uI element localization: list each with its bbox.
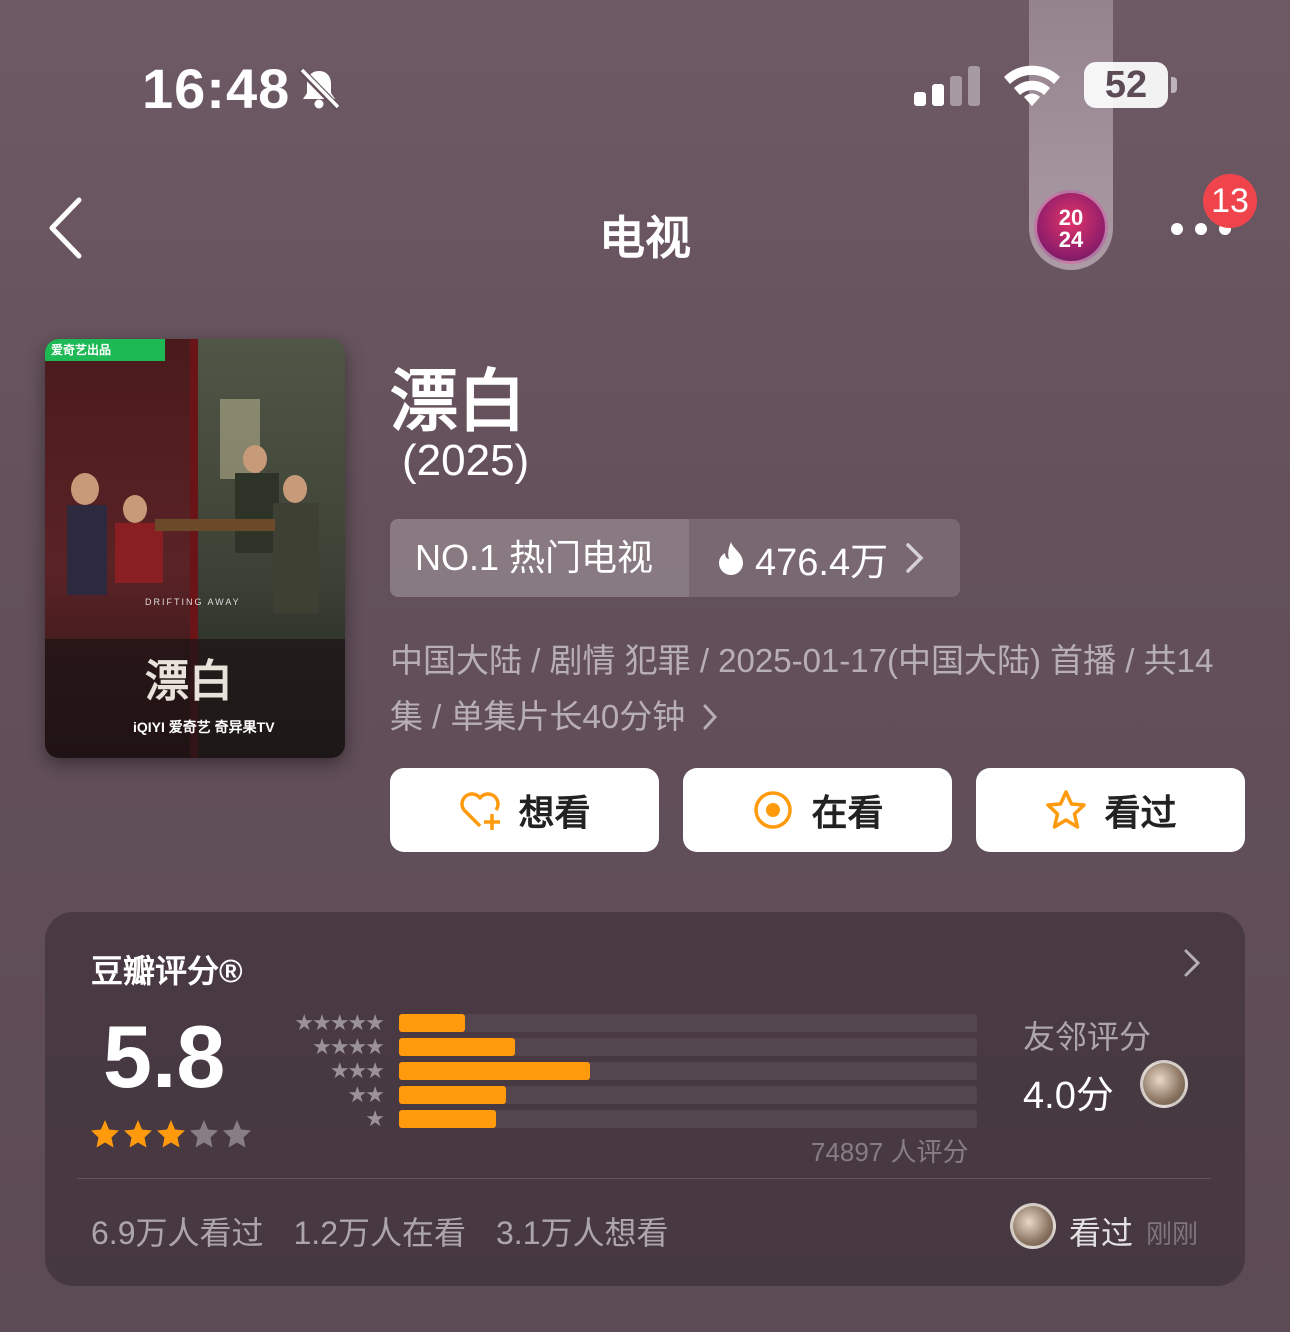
- status-time: 16:48: [142, 57, 291, 120]
- distribution-stars-3: ★★★: [329, 1058, 385, 1083]
- rating-card-title: 豆瓣评分®: [91, 953, 243, 989]
- cellular-signal-icon: [914, 66, 980, 106]
- want-to-watch-label: 想看: [518, 792, 591, 833]
- star-outline-icon: [1046, 790, 1087, 829]
- movie-title: 漂白: [390, 364, 527, 440]
- flame-icon: [719, 542, 743, 575]
- distribution-bar-track: [399, 1110, 977, 1128]
- watched-label: 看过: [1104, 792, 1177, 833]
- notification-badge: 13: [1203, 174, 1257, 228]
- my-avatar[interactable]: [1010, 1203, 1056, 1249]
- star-empty-icon: [223, 1120, 251, 1148]
- poster-badge: 爱奇艺出品: [51, 343, 112, 357]
- wifi-icon: [1004, 65, 1060, 106]
- score-stars: [89, 1118, 254, 1150]
- chevron-right-icon: [906, 543, 924, 573]
- heat-value: 476.4万: [755, 541, 889, 584]
- watch-counts: 6.9万人看过 1.2万人在看 3.1万人想看: [91, 1208, 669, 1254]
- divider: [77, 1178, 1211, 1179]
- star-filled-icon: [157, 1120, 185, 1148]
- distribution-stars-5: ★★★★★: [294, 1010, 385, 1035]
- watched-count: 6.9万人看过: [91, 1215, 264, 1251]
- distribution-bar-fill: [399, 1110, 497, 1128]
- battery-cap: [1171, 77, 1177, 93]
- chevron-right-icon: [703, 704, 718, 730]
- poster-image[interactable]: 爱奇艺出品 DRIFTING AWAY 漂白 iQIYI 爱奇艺 奇异果TV: [45, 339, 345, 758]
- star-empty-icon: [190, 1120, 218, 1148]
- distribution-bar-fill: [399, 1062, 590, 1080]
- friend-avatar[interactable]: [1140, 1060, 1188, 1108]
- my-status-time: 刚刚: [1146, 1219, 1199, 1249]
- distribution-bar-fill: [399, 1086, 506, 1104]
- star-filled-icon: [91, 1120, 119, 1148]
- want-to-watch-button[interactable]: 想看: [390, 768, 659, 852]
- hot-rank-bar[interactable]: NO.1 热门电视 476.4万: [390, 519, 960, 597]
- bell-muted-icon: [298, 67, 341, 111]
- meta-line-1: 中国大陆 / 剧情 犯罪 / 2025-01-17(中国大陆) 首播 / 共14: [390, 642, 1214, 679]
- want-count: 3.1万人想看: [496, 1215, 669, 1251]
- watching-button[interactable]: 在看: [683, 768, 952, 852]
- poster-title: 漂白: [145, 657, 233, 706]
- distribution-bar-track: [399, 1062, 977, 1080]
- distribution-stars-4: ★★★★: [312, 1034, 385, 1059]
- poster-platform: iQIYI 爱奇艺 奇异果TV: [133, 719, 275, 735]
- meta-line-2: 集 / 单集片长40分钟: [390, 689, 1250, 745]
- heart-plus-icon: [460, 792, 501, 830]
- distribution-stars-1: ★: [365, 1106, 385, 1131]
- rank-label: NO.1 热门电视: [390, 519, 689, 597]
- badge-year-bottom: 24: [1058, 227, 1084, 252]
- distribution-bar-track: [399, 1014, 977, 1032]
- battery-level: 52: [1084, 62, 1168, 108]
- watching-count: 1.2万人在看: [293, 1215, 467, 1251]
- friend-rating-score: 4.0分: [1023, 1075, 1114, 1117]
- distribution-bar-track: [399, 1038, 977, 1056]
- poster-english-title: DRIFTING AWAY: [145, 597, 241, 607]
- rating-score: 5.8: [103, 1007, 226, 1106]
- friend-rating-title: 友邻评分: [1023, 1019, 1152, 1055]
- meta-line-2-text: 集 / 单集片长40分钟: [390, 698, 686, 735]
- year-review-badge[interactable]: 20 24: [1034, 190, 1108, 264]
- watched-button[interactable]: 看过: [976, 768, 1245, 852]
- douban-rating-card[interactable]: 豆瓣评分® 5.8 ★★★★★ ★★★★ ★★★ ★★ ★ 74897 人评分 友邻评分…: [45, 912, 1245, 1286]
- distribution-bar-track: [399, 1086, 977, 1104]
- raters-count: 74897 人评分: [811, 1137, 969, 1167]
- my-status: 看过: [1069, 1215, 1134, 1251]
- distribution-stars-2: ★★: [347, 1082, 385, 1107]
- movie-meta[interactable]: 中国大陆 / 剧情 犯罪 / 2025-01-17(中国大陆) 首播 / 共14…: [390, 633, 1250, 745]
- chevron-right-icon[interactable]: [1183, 948, 1201, 978]
- movie-year: (2025): [402, 436, 530, 485]
- star-filled-icon: [124, 1120, 152, 1148]
- distribution-bar-fill: [399, 1014, 466, 1032]
- badge-year-top: 20: [1058, 205, 1084, 230]
- target-circle-icon: [754, 791, 793, 829]
- watching-label: 在看: [811, 792, 884, 833]
- heat-section[interactable]: 476.4万: [689, 519, 960, 597]
- distribution-bar-fill: [399, 1038, 515, 1056]
